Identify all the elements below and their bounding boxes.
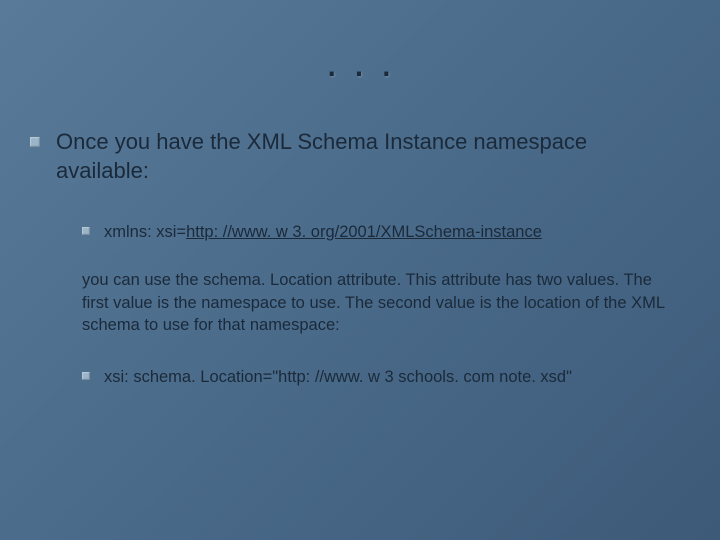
namespace-prefix: xmlns: xsi= (104, 223, 186, 241)
square-bullet-icon (30, 137, 40, 147)
slide-title: . . . (0, 0, 720, 98)
namespace-link[interactable]: http: //www. w 3. org/2001/XMLSchema-ins… (186, 223, 542, 241)
sub-bullet-1: xmlns: xsi=http: //www. w 3. org/2001/XM… (30, 221, 670, 243)
sub-bullet-text: xsi: schema. Location="http: //www. w 3 … (104, 366, 572, 388)
square-bullet-icon (82, 372, 90, 380)
bullet-level2: xsi: schema. Location="http: //www. w 3 … (82, 366, 670, 388)
slide: . . . Once you have the XML Schema Insta… (0, 0, 720, 540)
sub-bullet-2: xsi: schema. Location="http: //www. w 3 … (30, 366, 670, 388)
bullet-text: Once you have the XML Schema Instance na… (56, 128, 670, 185)
paragraph-text: you can use the schema. Location attribu… (30, 269, 670, 336)
sub-bullet-text: xmlns: xsi=http: //www. w 3. org/2001/XM… (104, 221, 542, 243)
content-area: Once you have the XML Schema Instance na… (0, 98, 720, 389)
bullet-level2: xmlns: xsi=http: //www. w 3. org/2001/XM… (82, 221, 670, 243)
square-bullet-icon (82, 227, 90, 235)
bullet-level1: Once you have the XML Schema Instance na… (30, 128, 670, 185)
